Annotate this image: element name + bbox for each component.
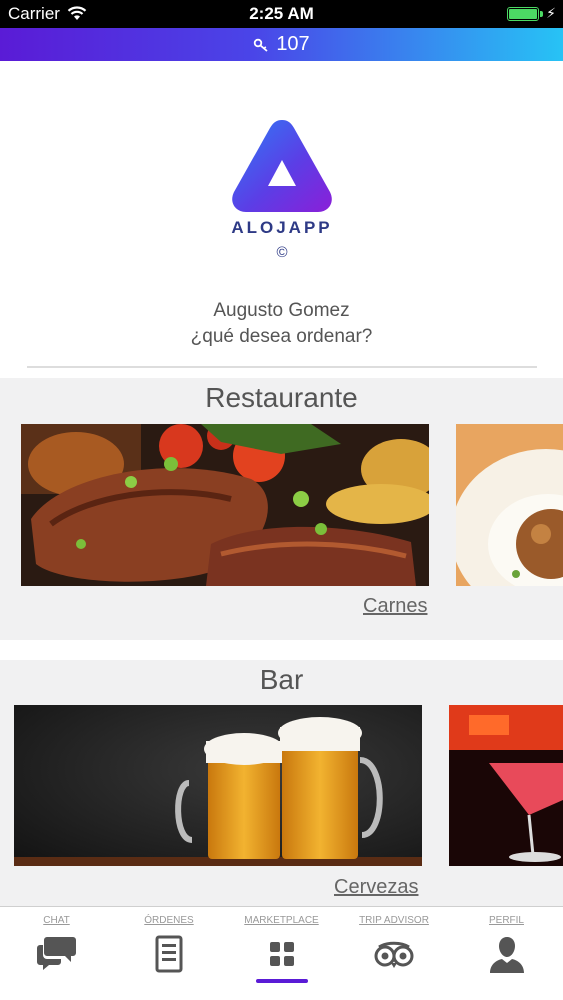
tab-ordenes[interactable]: ÓRDENES [113,907,225,1000]
brand-name: ALOJAPP [231,218,333,237]
steak-image [21,424,429,586]
card-second-bar-image[interactable] [449,705,563,866]
section-title-bar: Bar [259,664,304,695]
user-name: Augusto Gomez [213,300,350,321]
room-number: 107 [276,33,310,55]
clock: 2:25 AM [249,4,314,23]
tab-perfil[interactable]: PERFIL [450,907,563,1000]
battery-nub [540,11,543,17]
tab-chat[interactable]: CHAT [0,907,113,1000]
section-title-restaurante: Restaurante [205,382,358,413]
key-icon [254,38,268,52]
greeting: Augusto Gomez ¿qué desea ordenar? [0,298,563,350]
tab-chat-label: CHAT [43,915,70,926]
tab-perfil-label: PERFIL [488,915,524,926]
charging-icon: ⚡ [546,5,556,21]
card-cervezas-image[interactable] [14,705,422,866]
grid-icon [269,942,294,966]
section-bar: Bar Cervezas [0,660,563,906]
order-prompt: ¿qué desea ordenar? [190,326,373,347]
tab-marketplace-label: MARKETPLACE [244,915,319,926]
chat-icon [36,937,76,970]
tab-ordenes-label: ÓRDENES [144,915,194,926]
cocktail-image [449,705,563,866]
tab-trip-advisor-label: TRIP ADVISOR [359,915,429,926]
tab-trip-advisor[interactable]: TRIP ADVISOR [338,907,450,1000]
section-restaurante: Restaurante Carnes [0,378,563,640]
tab-bar: CHAT ÓRDENES MARKETPLACE TRIP ADVISOR PE… [0,906,563,1000]
active-tab-indicator [255,979,308,983]
card-carnes-image[interactable] [21,424,429,586]
user-icon [489,937,524,973]
card-link-cervezas[interactable]: Cervezas [334,876,418,899]
logo-triangle-icon [232,120,332,212]
document-icon [155,935,183,973]
plate-image [456,424,563,586]
card-second-image[interactable] [456,424,563,586]
app-logo: ALOJAPP © [209,110,355,270]
brand-copyright: © [276,244,288,261]
tab-marketplace[interactable]: MARKETPLACE [225,907,338,1000]
card-link-carnes[interactable]: Carnes [363,595,427,618]
beer-image [14,705,422,866]
divider [27,366,537,368]
room-bar: 107 [0,28,563,61]
status-bar: Carrier 2:25 AM ⚡ [0,0,563,28]
owl-icon [374,941,414,968]
battery-icon [507,7,539,21]
